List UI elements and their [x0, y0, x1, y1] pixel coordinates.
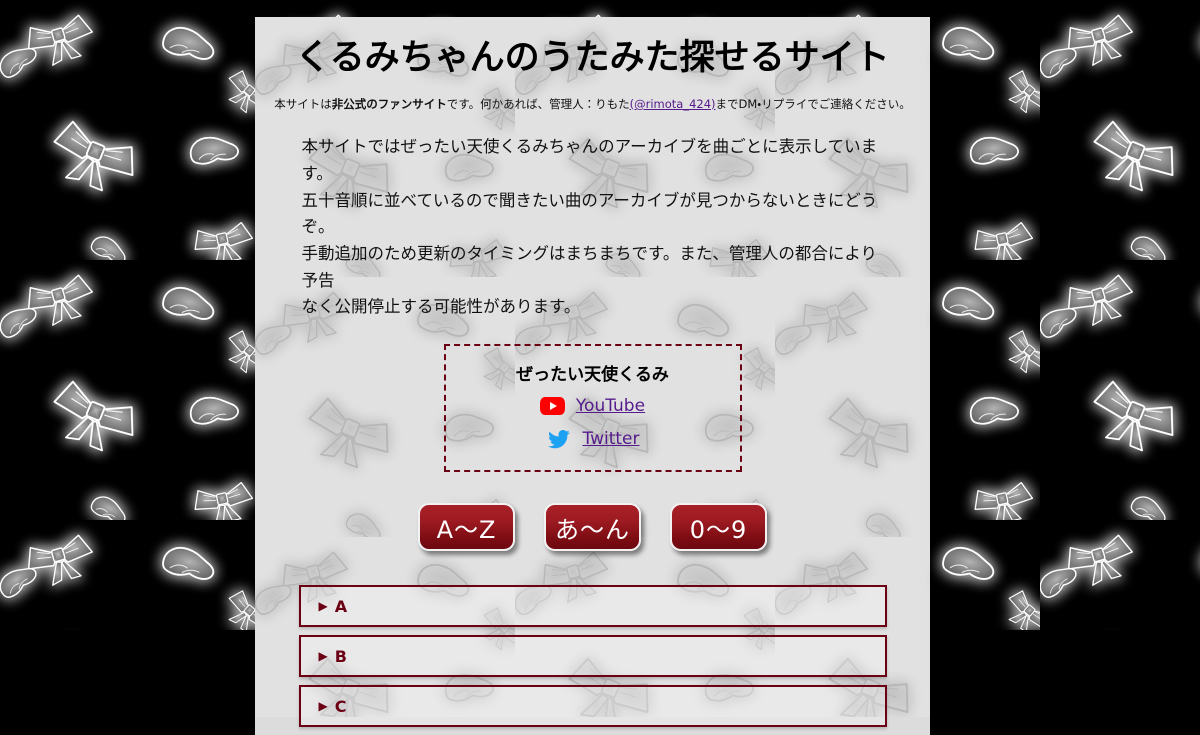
description-block: 本サイトではぜったい天使くるみちゃんのアーカイブを曲ごとに表示しています。 五十…	[302, 134, 884, 321]
notice-suffix: までDM・リプライでご連絡ください。	[715, 97, 911, 111]
accordion-item-c[interactable]: ▶ C	[298, 685, 887, 728]
youtube-icon	[539, 397, 565, 416]
description-line-1: 本サイトではぜったい天使くるみちゃんのアーカイブを曲ごとに表示しています。	[301, 137, 878, 183]
youtube-link[interactable]: YouTube	[576, 396, 645, 416]
accordion-item-a[interactable]: ▶ A	[298, 585, 887, 628]
accordion-item-b[interactable]: ▶ B	[298, 635, 887, 678]
accordion-label-c: C	[334, 696, 347, 716]
official-links-box: ぜったい天使くるみ YouTube Twitter	[443, 344, 742, 473]
triangle-right-icon: ▶	[318, 699, 328, 714]
notice-bold: 非公式のファンサイト	[331, 97, 447, 111]
index-button-digits[interactable]: 0〜9	[670, 503, 767, 552]
accordion-label-b: B	[334, 646, 347, 666]
link-row-youtube[interactable]: YouTube	[456, 393, 730, 419]
page-title: くるみちゃんのうたみた探せるサイト	[295, 38, 890, 78]
admin-twitter-link[interactable]: (@rimota_424)	[630, 97, 716, 111]
notice-prefix: 本サイトは	[274, 97, 332, 111]
notice-line: 本サイトは非公式のファンサイトです。何かあれば、管理人：りもた(@rimota_…	[255, 96, 930, 112]
twitter-link[interactable]: Twitter	[583, 429, 640, 449]
accordion-label-a: A	[334, 596, 348, 616]
triangle-right-icon: ▶	[318, 599, 328, 614]
triangle-right-icon: ▶	[318, 649, 328, 664]
index-button-row: A〜Z あ〜ん 0〜9	[255, 503, 930, 552]
description-line-4: なく公開停止する可能性があります。	[301, 297, 581, 317]
letter-accordion-list: ▶ A ▶ B ▶ C	[298, 585, 887, 728]
link-row-twitter[interactable]: Twitter	[456, 426, 730, 452]
description-line-2: 五十音順に並べているので聞きたい曲のアーカイブが見つからないときにどうぞ。	[301, 190, 878, 237]
content-panel: くるみちゃんのうたみた探せるサイト 本サイトは非公式のファンサイトです。何かあれ…	[255, 17, 930, 735]
description-line-3: 手動追加のため更新のタイミングはまちまちです。また、管理人の都合により予告	[301, 243, 878, 290]
links-box-title: ぜったい天使くるみ	[516, 365, 669, 386]
index-button-az[interactable]: A〜Z	[418, 503, 515, 552]
twitter-icon	[546, 428, 572, 450]
index-button-aiueo[interactable]: あ〜ん	[544, 503, 641, 552]
notice-middle: です。何かあれば、管理人：りもた	[446, 97, 630, 111]
